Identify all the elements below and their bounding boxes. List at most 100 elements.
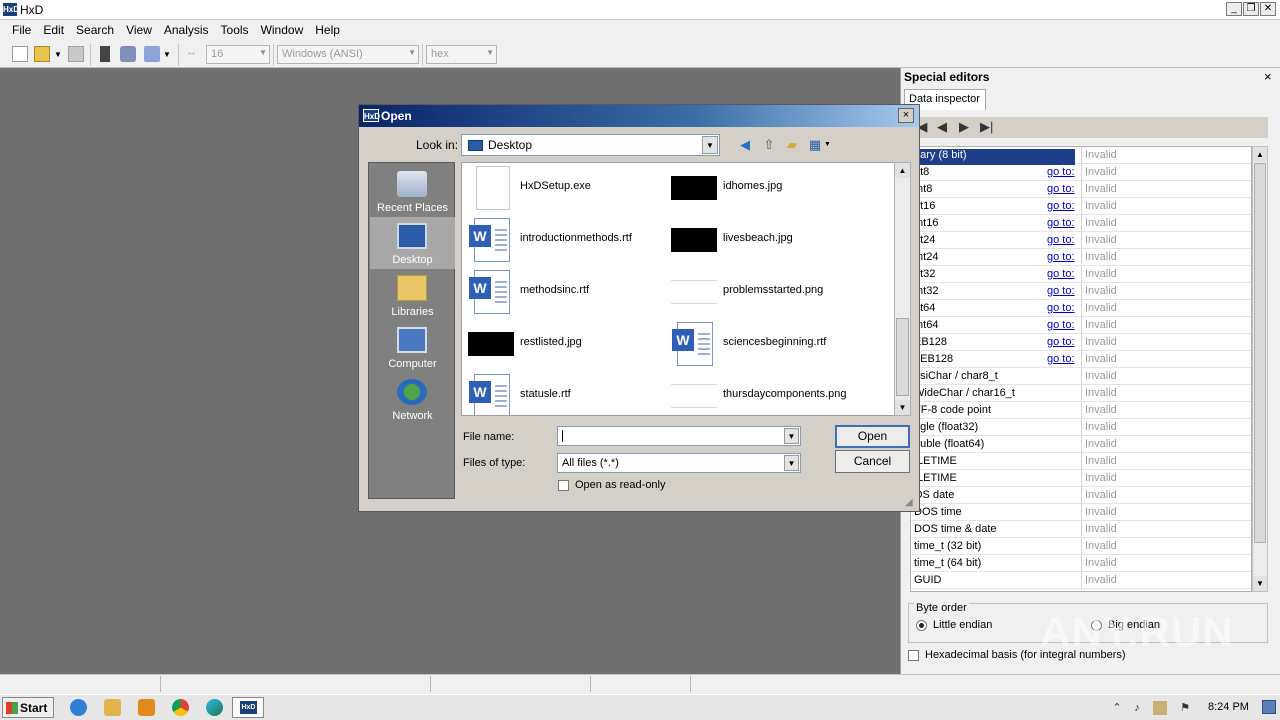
chevron-down-icon[interactable]: ▼	[784, 455, 799, 471]
hex-basis-checkbox[interactable]	[908, 650, 919, 661]
view-menu-icon[interactable]: ▦	[806, 136, 824, 154]
inspector-row[interactable]: TF-8 code point Invalid	[911, 402, 1251, 419]
goto-link[interactable]: go to:	[1047, 353, 1075, 365]
file-item[interactable]: idhomes.jpg	[665, 163, 865, 213]
action-center-flag-icon[interactable]: ⚑	[1178, 701, 1192, 715]
inspector-scrollbar[interactable]: ▲ ▼	[1252, 146, 1268, 592]
inspector-row[interactable]: EB128 go to: Invalid	[911, 334, 1251, 351]
show-desktop-icon[interactable]	[1262, 700, 1276, 714]
charset-select[interactable]: Windows (ANSI) ▼	[277, 45, 419, 64]
save-icon[interactable]	[68, 46, 84, 62]
inspector-row[interactable]: nt32 go to: Invalid	[911, 266, 1251, 283]
file-item[interactable]: thursdaycomponents.png	[665, 371, 865, 415]
inspector-value[interactable]: Invalid	[1081, 419, 1251, 436]
inspector-value[interactable]: Invalid	[1081, 266, 1251, 283]
close-icon[interactable]	[100, 46, 110, 62]
file-item[interactable]: introductionmethods.rtf	[462, 215, 662, 265]
file-item[interactable]: sciencesbeginning.rtf	[665, 319, 865, 369]
inspector-value[interactable]: Invalid	[1081, 317, 1251, 334]
inspector-row[interactable]: nt64 go to: Invalid	[911, 300, 1251, 317]
goto-link[interactable]: go to:	[1047, 166, 1075, 178]
inspector-value[interactable]: Invalid	[1081, 487, 1251, 504]
media-player-icon[interactable]	[138, 699, 155, 716]
inspector-row[interactable]: DOS time Invalid	[911, 504, 1251, 521]
bytes-per-row-select[interactable]: 16 ▼	[206, 45, 270, 64]
goto-link[interactable]: go to:	[1047, 268, 1075, 280]
inspector-value[interactable]: Invalid	[1081, 334, 1251, 351]
inspector-value[interactable]: Invalid	[1081, 215, 1251, 232]
window-close-button[interactable]: ✕	[1260, 2, 1276, 16]
menu-search[interactable]: Search	[70, 23, 120, 37]
menu-edit[interactable]: Edit	[37, 23, 70, 37]
file-item[interactable]: restlisted.jpg	[462, 319, 662, 369]
start-button[interactable]: Start	[2, 697, 54, 718]
dialog-close-button[interactable]: ×	[898, 108, 914, 123]
goto-link[interactable]: go to:	[1047, 302, 1075, 314]
open-file-icon[interactable]	[34, 46, 50, 62]
clock[interactable]: 8:24 PM	[1208, 701, 1249, 713]
place-computer[interactable]: Computer	[370, 321, 455, 373]
look-in-select[interactable]: Desktop ▼	[461, 134, 720, 156]
inspector-value[interactable]: Invalid	[1081, 453, 1251, 470]
last-icon[interactable]: ▶|	[980, 119, 993, 135]
restore-button[interactable]: ❐	[1243, 2, 1259, 16]
inspector-row[interactable]: Int32 go to: Invalid	[911, 283, 1251, 300]
previous-icon[interactable]: ◀	[937, 119, 947, 135]
inspector-value[interactable]: Invalid	[1081, 504, 1251, 521]
new-folder-icon[interactable]: ▰	[783, 136, 801, 154]
ie-icon[interactable]	[70, 699, 87, 716]
file-item[interactable]: problemsstarted.png	[665, 267, 865, 317]
explorer-icon[interactable]	[104, 699, 121, 716]
inspector-value[interactable]: Invalid	[1081, 249, 1251, 266]
inspector-row[interactable]: time_t (64 bit) Invalid	[911, 555, 1251, 572]
inspector-row[interactable]: nt16 go to: Invalid	[911, 198, 1251, 215]
inspector-row[interactable]: Int64 go to: Invalid	[911, 317, 1251, 334]
inspector-row[interactable]: ILETIME Invalid	[911, 470, 1251, 487]
file-name-input[interactable]: ▼	[557, 426, 801, 446]
menu-help[interactable]: Help	[309, 23, 346, 37]
inspector-row[interactable]: time_t (32 bit) Invalid	[911, 538, 1251, 555]
goto-link[interactable]: go to:	[1047, 234, 1075, 246]
ram-icon[interactable]	[120, 46, 136, 62]
goto-link[interactable]: go to:	[1047, 319, 1075, 331]
inspector-row[interactable]: Int16 go to: Invalid	[911, 215, 1251, 232]
inspector-row[interactable]: DOS time & date Invalid	[911, 521, 1251, 538]
offset-base-select[interactable]: hex ▼	[426, 45, 497, 64]
special-editors-close-icon[interactable]: ×	[1264, 69, 1272, 84]
view-dropdown-arrow[interactable]: ▼	[824, 141, 831, 148]
place-recent-places[interactable]: Recent Places	[370, 165, 455, 217]
inspector-value[interactable]: Invalid	[1081, 436, 1251, 453]
inspector-value[interactable]: Invalid	[1081, 198, 1251, 215]
file-item[interactable]: livesbeach.jpg	[665, 215, 865, 265]
menu-view[interactable]: View	[120, 23, 158, 37]
goto-link[interactable]: go to:	[1047, 217, 1075, 229]
network-tray-icon[interactable]	[1153, 701, 1167, 715]
cancel-button[interactable]: Cancel	[835, 450, 910, 473]
inspector-value[interactable]: Invalid	[1081, 368, 1251, 385]
inspector-value[interactable]: Invalid	[1081, 572, 1251, 589]
chevron-down-icon[interactable]: ▼	[784, 428, 799, 444]
resize-grip-icon[interactable]: ◢	[905, 497, 913, 508]
menu-window[interactable]: Window	[255, 23, 310, 37]
place-libraries[interactable]: Libraries	[370, 269, 455, 321]
file-list-scrollbar[interactable]: ▲ ▼	[894, 162, 911, 416]
inspector-row[interactable]: Int8 go to: Invalid	[911, 181, 1251, 198]
inspector-value[interactable]: Invalid	[1081, 521, 1251, 538]
new-file-icon[interactable]	[12, 46, 28, 62]
chevron-down-icon[interactable]: ▼	[702, 136, 718, 154]
goto-link[interactable]: go to:	[1047, 183, 1075, 195]
tray-expand-icon[interactable]: ⌃	[1110, 701, 1124, 715]
next-icon[interactable]: ▶	[959, 119, 969, 135]
inspector-row[interactable]: nsiChar / char8_t Invalid	[911, 368, 1251, 385]
inspector-row[interactable]: Int24 go to: Invalid	[911, 249, 1251, 266]
file-item[interactable]: HxDSetup.exe	[462, 163, 662, 213]
edge-icon[interactable]	[206, 699, 223, 716]
goto-link[interactable]: go to:	[1047, 200, 1075, 212]
inspector-row[interactable]: WideChar / char16_t Invalid	[911, 385, 1251, 402]
inspector-value[interactable]: Invalid	[1081, 147, 1251, 164]
inspector-value[interactable]: Invalid	[1081, 470, 1251, 487]
hxd-task-button[interactable]: HxD	[232, 697, 264, 718]
scroll-down-icon[interactable]: ▼	[895, 400, 910, 415]
minimize-button[interactable]: _	[1226, 2, 1242, 16]
file-item[interactable]: statusle.rtf	[462, 371, 662, 415]
